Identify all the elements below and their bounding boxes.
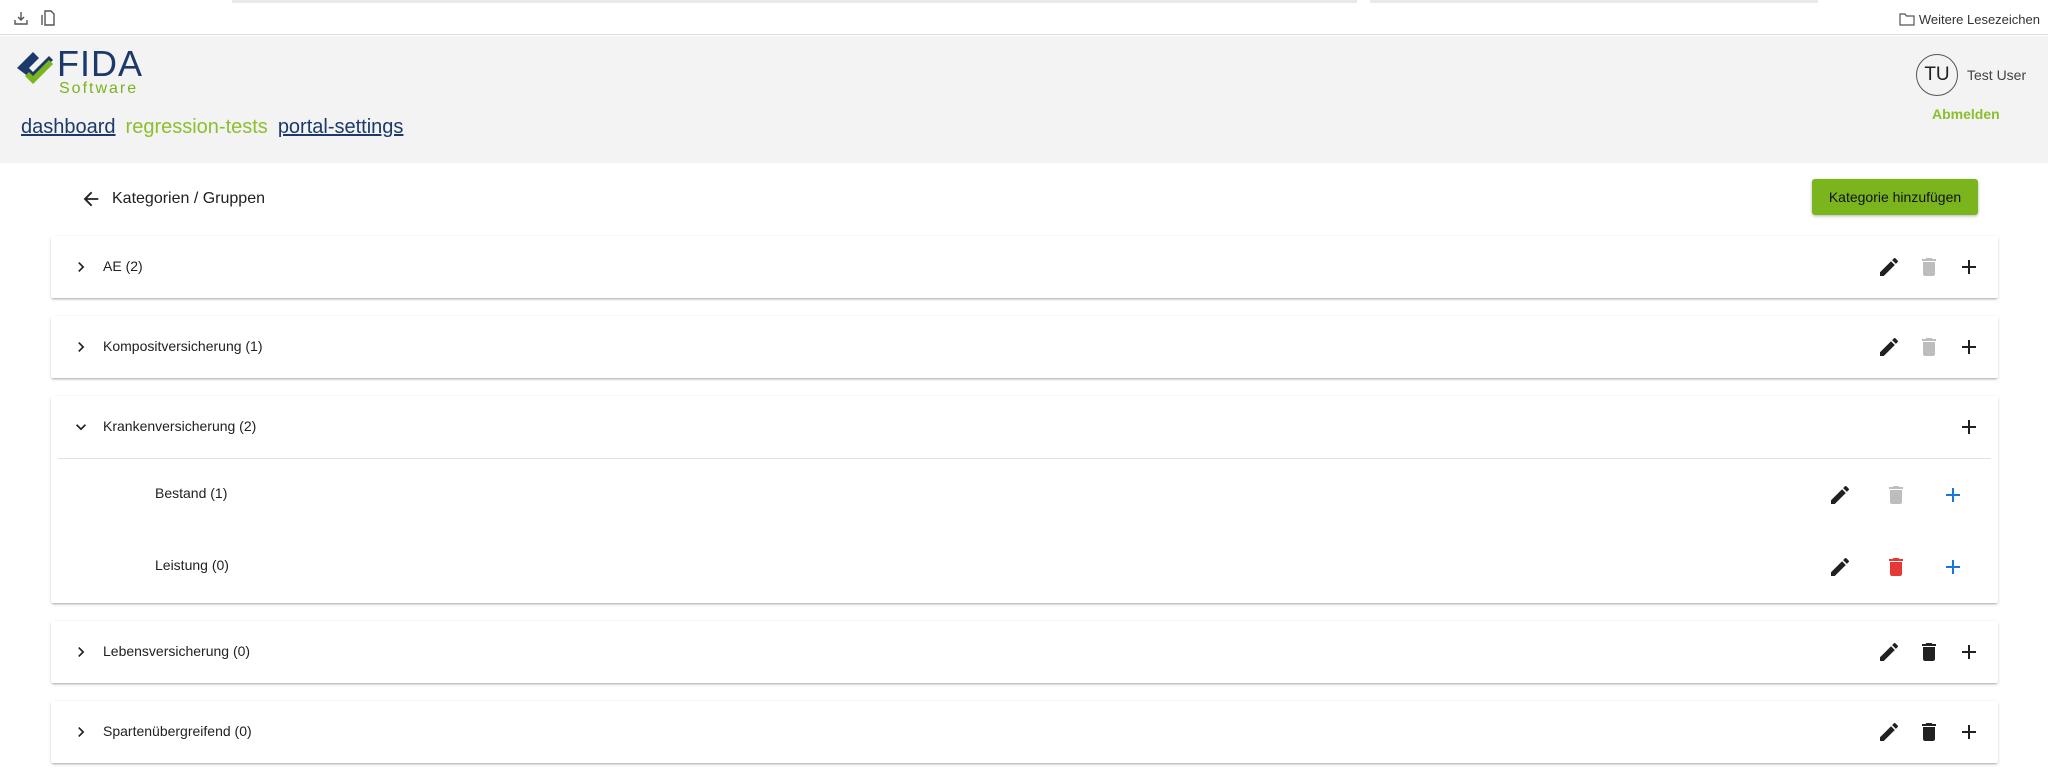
logo-wordmark: FIDA	[57, 43, 144, 84]
category-panel-kompositversicherung: Kompositversicherung (1)	[51, 316, 1998, 378]
add-plus-icon[interactable]	[1957, 335, 1981, 359]
category-label: AE (2)	[103, 258, 143, 274]
edit-pencil-icon[interactable]	[1828, 483, 1852, 507]
browser-bookmark-bar: Weitere Lesezeichen	[0, 0, 2048, 35]
user-menu[interactable]: TU Test User	[1916, 54, 2026, 96]
category-header[interactable]: Lebensversicherung (0)	[51, 621, 1998, 683]
category-label: Krankenversicherung (2)	[103, 418, 257, 434]
nav-link-regression-tests[interactable]: regression-tests	[126, 114, 268, 140]
fida-logo[interactable]: FIDA Software	[15, 43, 145, 97]
category-panel-spartenuebergreifend: Spartenübergreifend (0)	[51, 701, 1998, 763]
add-plus-icon[interactable]	[1957, 640, 1981, 664]
fida-logo-mark-icon	[17, 52, 53, 84]
add-plus-icon[interactable]	[1957, 255, 1981, 279]
add-plus-icon[interactable]	[1957, 720, 1981, 744]
group-label: Leistung (0)	[155, 557, 229, 573]
category-panel-ae: AE (2)	[51, 236, 1998, 298]
arrow-left-icon	[83, 191, 99, 207]
delete-trash-icon[interactable]	[1917, 640, 1941, 664]
category-header[interactable]: Spartenübergreifend (0)	[51, 701, 1998, 763]
avatar[interactable]: TU	[1916, 54, 1958, 96]
bookmark-page-icon[interactable]	[40, 9, 58, 27]
nav-link-dashboard[interactable]: dashboard	[21, 114, 116, 140]
add-plus-icon[interactable]	[1957, 415, 1981, 439]
delete-trash-icon[interactable]	[1917, 720, 1941, 744]
edit-pencil-icon[interactable]	[1877, 335, 1901, 359]
category-panel-lebensversicherung: Lebensversicherung (0)	[51, 621, 1998, 683]
back-button[interactable]: Kategorien / Gruppen	[80, 188, 265, 210]
chevron-right-icon	[78, 342, 85, 352]
folder-icon	[1899, 13, 1915, 26]
edit-pencil-icon[interactable]	[1877, 720, 1901, 744]
app-header: FIDA Software dashboard regression-tests…	[0, 36, 2048, 163]
edit-pencil-icon[interactable]	[1828, 555, 1852, 579]
category-header[interactable]: Kompositversicherung (1)	[51, 316, 1998, 378]
delete-trash-icon[interactable]	[1917, 335, 1941, 359]
chevron-right-icon	[78, 727, 85, 737]
category-panel-krankenversicherung: Krankenversicherung (2) Bestand (1) Leis…	[51, 396, 1998, 603]
group-label: Bestand (1)	[155, 485, 228, 501]
edit-pencil-icon[interactable]	[1877, 255, 1901, 279]
add-plus-icon[interactable]	[1941, 483, 1965, 507]
category-header[interactable]: AE (2)	[51, 236, 1998, 298]
bookmark-bar-divider	[1370, 0, 1818, 3]
category-label: Kompositversicherung (1)	[103, 338, 263, 354]
chevron-right-icon	[78, 647, 85, 657]
logo-subtitle: Software	[59, 80, 139, 97]
chevron-down-icon	[76, 424, 86, 431]
edit-pencil-icon[interactable]	[1877, 640, 1901, 664]
logout-link[interactable]: Abmelden	[1932, 106, 2000, 122]
group-row-leistung: Leistung (0)	[51, 531, 1998, 603]
group-row-bestand: Bestand (1)	[51, 459, 1998, 531]
category-label: Lebensversicherung (0)	[103, 643, 251, 659]
add-plus-icon[interactable]	[1941, 555, 1965, 579]
delete-trash-icon[interactable]	[1917, 255, 1941, 279]
page-title: Kategorien / Gruppen	[112, 190, 265, 207]
category-label: Spartenübergreifend (0)	[103, 723, 252, 739]
category-header[interactable]: Krankenversicherung (2)	[51, 396, 1998, 458]
other-bookmarks-folder[interactable]: Weitere Lesezeichen	[1899, 9, 2040, 29]
delete-trash-icon[interactable]	[1884, 555, 1908, 579]
bookmark-bar-divider	[232, 0, 1357, 3]
user-name: Test User	[1967, 67, 2027, 83]
other-bookmarks-label: Weitere Lesezeichen	[1918, 11, 2040, 27]
nav-link-portal-settings[interactable]: portal-settings	[278, 114, 404, 140]
bookmark-import-icon[interactable]	[12, 9, 30, 27]
chevron-right-icon	[78, 262, 85, 272]
delete-trash-icon[interactable]	[1884, 483, 1908, 507]
add-category-button[interactable]: Kategorie hinzufügen	[1812, 179, 1978, 215]
main-nav: dashboard regression-tests portal-settin…	[21, 114, 403, 140]
